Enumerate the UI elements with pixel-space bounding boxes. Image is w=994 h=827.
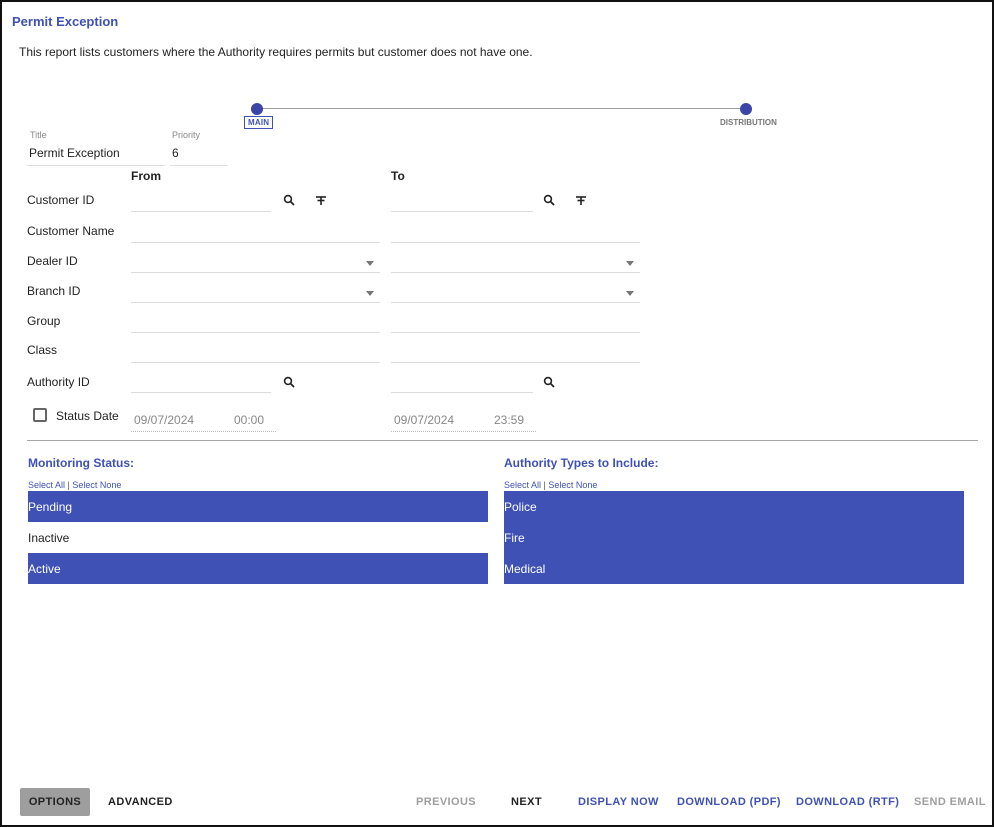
authority-select-all-link[interactable]: Select All (504, 480, 541, 490)
dealer-id-label: Dealer ID (27, 254, 78, 268)
title-field-label: Title (30, 130, 47, 140)
monitoring-status-active[interactable]: Active (28, 553, 488, 584)
authority-types-select-links: Select All | Select None (504, 480, 597, 490)
dealer-id-to-select[interactable] (391, 272, 640, 273)
send-email-button[interactable]: SEND EMAIL (908, 788, 992, 816)
monitoring-status-list: Pending Inactive Active (28, 491, 488, 584)
priority-field-underline (170, 165, 228, 166)
dealer-id-from-select[interactable] (131, 272, 380, 273)
step-main-dot[interactable] (251, 103, 263, 115)
monitoring-status-inactive[interactable]: Inactive (28, 522, 488, 553)
branch-id-to-select[interactable] (391, 302, 640, 303)
class-from-input[interactable] (131, 362, 380, 363)
status-date-to-underline (391, 431, 536, 432)
status-date-from-time[interactable]: 00:00 (234, 413, 264, 427)
chevron-down-icon[interactable] (366, 261, 374, 266)
customer-id-label: Customer ID (27, 193, 95, 207)
group-to-input[interactable] (391, 332, 640, 333)
title-field[interactable]: Permit Exception (29, 146, 120, 160)
authority-select-none-link[interactable]: Select None (548, 480, 597, 490)
authority-type-police[interactable]: Police (504, 491, 964, 522)
authority-id-from-input[interactable] (131, 392, 271, 393)
status-date-from-date[interactable]: 09/07/2024 (134, 413, 194, 427)
search-icon[interactable] (541, 192, 557, 208)
class-to-input[interactable] (391, 362, 640, 363)
download-pdf-button[interactable]: DOWNLOAD (PDF) (671, 788, 787, 816)
stepper-line (257, 108, 747, 109)
chevron-down-icon[interactable] (626, 261, 634, 266)
authority-types-list: Police Fire Medical (504, 491, 964, 584)
monitoring-status-title: Monitoring Status: (28, 456, 134, 470)
branch-id-label: Branch ID (27, 284, 81, 298)
title-field-underline (27, 165, 165, 166)
status-date-from-underline (131, 431, 276, 432)
class-label: Class (27, 343, 58, 357)
authority-type-medical[interactable]: Medical (504, 553, 964, 584)
monitoring-status-pending[interactable]: Pending (28, 491, 488, 522)
status-date-checkbox[interactable] (33, 408, 47, 422)
page-title: Permit Exception (12, 14, 119, 29)
step-distribution-label[interactable]: DISTRIBUTION (720, 118, 777, 127)
search-icon[interactable] (281, 192, 297, 208)
authority-types-title: Authority Types to Include: (504, 456, 659, 470)
authority-id-to-input[interactable] (391, 392, 533, 393)
download-rtf-button[interactable]: DOWNLOAD (RTF) (790, 788, 905, 816)
report-description: This report lists customers where the Au… (19, 45, 533, 59)
priority-field[interactable]: 6 (172, 146, 179, 160)
customer-id-to-input[interactable] (391, 211, 533, 212)
authority-id-label: Authority ID (27, 375, 90, 389)
chevron-down-icon[interactable] (366, 291, 374, 296)
section-divider (27, 440, 978, 441)
from-column-header: From (131, 169, 161, 183)
filter-icon[interactable] (573, 192, 589, 208)
report-window: Permit Exception This report lists custo… (0, 0, 994, 827)
chevron-down-icon[interactable] (626, 291, 634, 296)
previous-button[interactable]: PREVIOUS (410, 788, 482, 816)
customer-name-label: Customer Name (27, 224, 115, 238)
customer-id-from-input[interactable] (131, 211, 271, 212)
to-column-header: To (391, 169, 405, 183)
priority-field-label: Priority (172, 130, 201, 140)
step-main-label[interactable]: MAIN (244, 116, 274, 129)
status-date-to-time[interactable]: 23:59 (494, 413, 524, 427)
separator: | (543, 480, 546, 490)
separator: | (67, 480, 70, 490)
monitoring-select-none-link[interactable]: Select None (72, 480, 121, 490)
monitoring-select-all-link[interactable]: Select All (28, 480, 65, 490)
authority-type-fire[interactable]: Fire (504, 522, 964, 553)
advanced-button[interactable]: ADVANCED (102, 788, 179, 816)
next-button[interactable]: NEXT (505, 788, 548, 816)
display-now-button[interactable]: DISPLAY NOW (572, 788, 665, 816)
branch-id-from-select[interactable] (131, 302, 380, 303)
options-button[interactable]: OPTIONS (20, 788, 90, 816)
step-distribution-dot[interactable] (740, 103, 752, 115)
group-label: Group (27, 314, 61, 328)
monitoring-status-select-links: Select All | Select None (28, 480, 121, 490)
search-icon[interactable] (281, 374, 297, 390)
status-date-label: Status Date (56, 409, 119, 423)
customer-name-to-input[interactable] (391, 242, 640, 243)
status-date-to-date[interactable]: 09/07/2024 (394, 413, 454, 427)
group-from-input[interactable] (131, 332, 380, 333)
search-icon[interactable] (541, 374, 557, 390)
filter-icon[interactable] (313, 192, 329, 208)
customer-name-from-input[interactable] (131, 242, 380, 243)
